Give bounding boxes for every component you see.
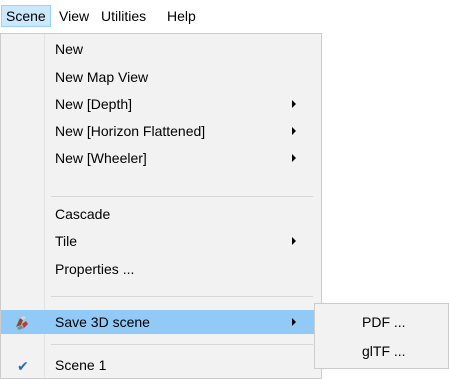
menu-item-cascade[interactable]: Cascade [1,202,321,226]
menu-scene[interactable]: Scene [1,5,51,27]
menu-help[interactable]: Help [163,6,200,26]
submenu-arrow-icon [292,318,296,326]
menu-item-tile[interactable]: Tile [1,229,321,253]
menu-item-label: New [Wheeler] [55,150,147,166]
save-3d-scene-icon [14,314,30,330]
checkmark-icon: ✔ [17,358,29,374]
menu-view[interactable]: View [55,6,93,26]
submenu-item-gltf[interactable]: glTF ... [315,337,448,365]
menu-separator [51,196,313,197]
submenu-item-label: PDF ... [362,314,406,330]
submenu-arrow-icon [292,127,296,135]
menu-utilities[interactable]: Utilities [97,6,150,26]
menu-item-label: Properties ... [55,261,135,277]
menu-item-new-depth[interactable]: New [Depth] [1,92,321,116]
submenu-arrow-icon [292,154,296,162]
submenu-arrow-icon [292,100,296,108]
menu-item-label: New [Depth] [55,96,133,112]
menu-item-properties[interactable]: Properties ... [1,257,321,281]
menu-item-save-3d-scene[interactable]: Save 3D scene [1,310,321,334]
menu-item-new-horizon-flattened[interactable]: New [Horizon Flattened] [1,119,321,143]
submenu-arrow-icon [292,237,296,245]
menu-item-new-wheeler[interactable]: New [Wheeler] [1,146,321,170]
scene-dropdown-menu: New New Map View New [Depth] New [Horizo… [0,33,322,379]
menu-item-label: Save 3D scene [55,314,150,330]
menu-item-label: Scene 1 [55,357,107,373]
menu-bar: Scene View Utilities Help [0,0,449,33]
menu-item-label: New [55,41,84,57]
menu-separator [51,344,313,345]
menu-item-label: New [Horizon Flattened] [55,123,206,139]
menu-item-label: Cascade [55,206,111,222]
save-3d-scene-submenu: PDF ... glTF ... [314,303,449,369]
menu-item-label: Tile [55,233,78,249]
menu-separator [51,296,313,297]
menu-item-new[interactable]: New [1,37,321,61]
menu-item-label: New Map View [55,69,149,85]
submenu-item-label: glTF ... [362,343,406,359]
menu-item-new-map-view[interactable]: New Map View [1,65,321,89]
menu-item-scene-1[interactable]: ✔ Scene 1 [1,353,321,377]
submenu-item-pdf[interactable]: PDF ... [315,308,448,336]
